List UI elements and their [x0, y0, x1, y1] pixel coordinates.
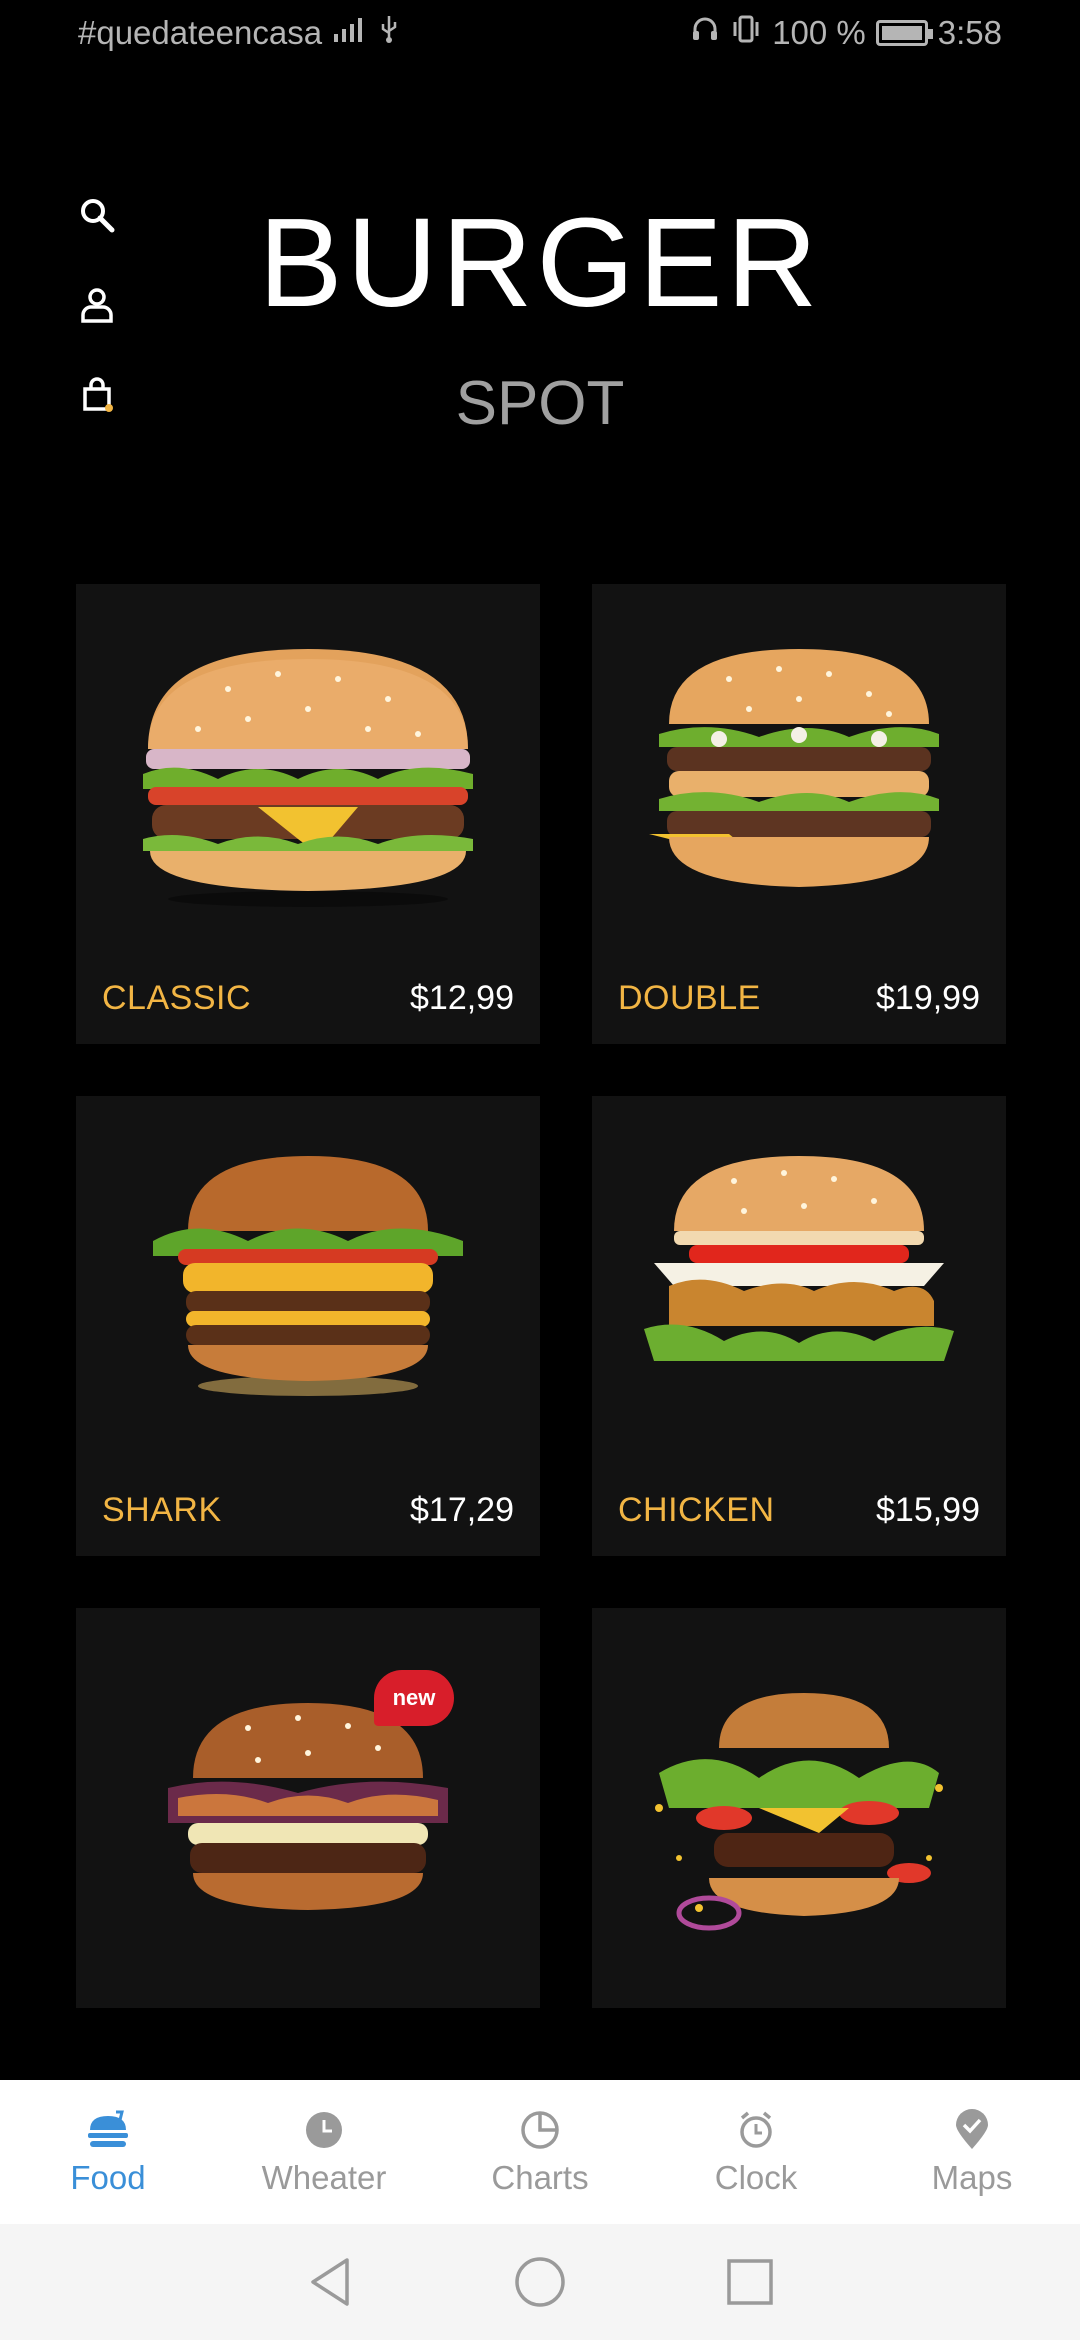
product-card-double[interactable]: DOUBLE $19,99 — [592, 584, 1006, 1044]
pie-chart-icon — [517, 2107, 563, 2153]
status-bar: #quedateencasa 100 % 3:58 — [0, 0, 1080, 72]
product-card-chicken[interactable]: CHICKEN $15,99 — [592, 1096, 1006, 1556]
nav-item-wheater[interactable]: Wheater — [216, 2080, 432, 2224]
burger-image — [592, 624, 1006, 924]
burger-image — [76, 1136, 540, 1436]
battery-icon — [875, 20, 933, 46]
map-pin-icon — [949, 2107, 995, 2153]
product-card-classic[interactable]: CLASSIC $12,99 — [76, 584, 540, 1044]
back-icon[interactable] — [300, 2252, 360, 2312]
burger-image — [76, 624, 540, 924]
hashtag-text: #quedateencasa — [78, 14, 323, 51]
food-icon — [85, 2107, 131, 2153]
nav-label: Clock — [714, 2159, 798, 2196]
product-card-new[interactable]: new — [76, 1608, 540, 2008]
nav-item-charts[interactable]: Charts — [432, 2080, 648, 2224]
burger-image — [592, 1136, 1006, 1436]
recents-icon[interactable] — [720, 2252, 780, 2312]
signal-icon — [330, 14, 370, 52]
nav-item-maps[interactable]: Maps — [864, 2080, 1080, 2224]
clock-time: 3:58 — [937, 14, 1002, 51]
new-badge-text: new — [392, 1685, 436, 1710]
burger-image — [592, 1668, 1006, 1968]
nav-label: Charts — [491, 2159, 589, 2196]
bottom-nav: Food Wheater Charts Clock Maps — [0, 2080, 1080, 2224]
home-icon[interactable] — [510, 2252, 570, 2312]
burger-image — [76, 1668, 540, 1968]
product-price: $12,99 — [410, 979, 514, 1017]
page-subtitle: SPOT — [455, 369, 625, 438]
headphones-icon — [690, 14, 720, 52]
nav-item-food[interactable]: Food — [0, 2080, 216, 2224]
system-nav-bar — [0, 2224, 1080, 2340]
nav-label: Maps — [931, 2159, 1013, 2196]
product-price: $15,99 — [876, 1491, 980, 1529]
product-name: CLASSIC — [102, 979, 251, 1017]
battery-percent: 100 % — [772, 14, 866, 51]
product-name: CHICKEN — [618, 1491, 775, 1529]
product-price: $17,29 — [410, 1491, 514, 1529]
product-grid: CLASSIC $12,99 DOUBLE $19,99 SHARK $17,2… — [76, 584, 1006, 2008]
nav-item-clock[interactable]: Clock — [648, 2080, 864, 2224]
clock-dial-icon — [301, 2107, 347, 2153]
page-title: BURGER — [258, 192, 822, 333]
usb-icon — [378, 14, 400, 52]
vibrate-icon — [730, 14, 762, 52]
nav-label: Wheater — [261, 2159, 387, 2196]
alarm-clock-icon — [733, 2107, 779, 2153]
product-name: DOUBLE — [618, 979, 761, 1017]
status-left: #quedateencasa — [78, 14, 400, 52]
nav-label: Food — [70, 2159, 146, 2196]
product-card-shark[interactable]: SHARK $17,29 — [76, 1096, 540, 1556]
product-price: $19,99 — [876, 979, 980, 1017]
product-card-exploded[interactable] — [592, 1608, 1006, 2008]
new-badge: new — [374, 1670, 454, 1726]
status-right: 100 % 3:58 — [690, 14, 1002, 52]
product-name: SHARK — [102, 1491, 222, 1529]
